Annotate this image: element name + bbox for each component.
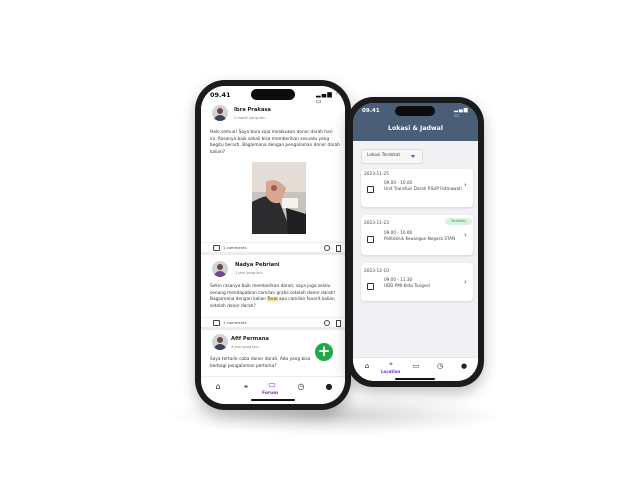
chevron-right-icon[interactable]: ›: [464, 278, 467, 286]
nav-label-location[interactable]: Location: [381, 369, 400, 374]
bookmark-icon[interactable]: [336, 320, 341, 327]
caret-down-icon: [411, 155, 415, 158]
schedule-time: 09.00 - 10.00: [384, 180, 413, 185]
post-time: 2 menit yang lalu: [234, 116, 266, 120]
bottom-navigation: ⌂ ⌖ ▭ Forum ◷ ●: [201, 376, 345, 404]
schedule-place: UDD PMI Kota Tangsel: [384, 283, 430, 288]
schedule-card[interactable]: 2023-12-10 09.00 - 11.30 UDD PMI Kota Ta…: [361, 263, 473, 301]
phone-schedule: 09.41 ▂▄▆ ◠ ▭ Lokasi & Jadwal Lokasi Ter…: [347, 97, 484, 387]
add-post-button[interactable]: +: [315, 343, 333, 361]
schedule-date: 2023-12-10: [364, 269, 389, 274]
profile-icon[interactable]: ●: [457, 362, 471, 370]
schedule-time: 09.00 - 11.30: [384, 277, 413, 282]
forum-icon[interactable]: ▭: [409, 362, 423, 370]
home-indicator: [251, 399, 295, 401]
avatar[interactable]: [212, 105, 228, 121]
comment-icon[interactable]: [213, 245, 220, 251]
profile-icon[interactable]: ●: [322, 382, 336, 391]
status-time: 09.41: [210, 91, 231, 99]
schedule-screen: 09.41 ▂▄▆ ◠ ▭ Lokasi & Jadwal Lokasi Ter…: [353, 103, 478, 381]
home-icon[interactable]: ⌂: [211, 382, 225, 391]
dynamic-island: [395, 106, 435, 116]
forum-post[interactable]: 09.41 ▂▄▆ ◠ ▭ Ibra Prakasa 2 menit yang …: [201, 86, 345, 252]
dynamic-island: [251, 89, 295, 100]
post-author[interactable]: Nadya Pebriani: [235, 262, 280, 268]
schedule-date: 2023-11-23: [364, 221, 389, 226]
comment-icon[interactable]: [213, 320, 220, 326]
schedule-place: Unit Transfusi Darah RSUP Fatmawati: [384, 186, 462, 191]
bookmark-icon[interactable]: [336, 245, 341, 252]
post-actions: 1 comments: [201, 242, 345, 252]
schedule-card[interactable]: 2023-11-25 09.00 - 10.00 Unit Transfusi …: [361, 169, 473, 207]
report-icon[interactable]: [324, 320, 330, 326]
status-icons: ▂▄▆ ◠ ▭: [316, 91, 342, 105]
comment-count[interactable]: 1 comments: [223, 245, 247, 250]
post-actions: 1 comments: [201, 317, 345, 327]
post-photo[interactable]: [252, 162, 306, 234]
home-icon[interactable]: ⌂: [360, 362, 374, 370]
chevron-right-icon[interactable]: ›: [464, 181, 467, 189]
post-text: Sekin rasanya baik memberikan darah, say…: [210, 284, 336, 309]
calendar-icon: [367, 186, 374, 193]
post-text: Saya tertarik coba donor darah. Ada yang…: [210, 357, 311, 369]
page-title: Lokasi & Jadwal: [388, 125, 443, 132]
chevron-right-icon[interactable]: ›: [464, 231, 467, 239]
status-icons: ▂▄▆ ◠ ▭: [454, 107, 477, 119]
calendar-icon: [367, 236, 374, 243]
avatar[interactable]: [212, 261, 228, 277]
post-author[interactable]: Ibra Prakasa: [234, 107, 271, 113]
post-author[interactable]: Afif Permana: [231, 336, 269, 342]
status-badge: Terdaftar: [445, 218, 472, 225]
status-time: 09.41: [362, 108, 380, 114]
calendar-icon: [367, 283, 374, 290]
post-text: Halo semua! Saya baru saja melakukan don…: [210, 130, 340, 155]
post-time: 1 jam yang lalu: [235, 271, 263, 275]
schedule-card[interactable]: 2023-11-23 Terdaftar 09.00 - 10.00 Polit…: [361, 215, 473, 255]
forum-post[interactable]: Nadya Pebriani 1 jam yang lalu Sekin ras…: [201, 255, 345, 327]
forum-screen: 09.41 ▂▄▆ ◠ ▭ Ibra Prakasa 2 menit yang …: [201, 86, 345, 404]
report-icon[interactable]: [324, 245, 330, 251]
header: 09.41 ▂▄▆ ◠ ▭ Lokasi & Jadwal: [353, 103, 478, 141]
location-filter-dropdown[interactable]: Lokasi Terdekat: [361, 149, 423, 164]
dropdown-value: Lokasi Terdekat: [367, 153, 401, 158]
schedule-date: 2023-11-25: [364, 172, 389, 177]
avatar[interactable]: [212, 334, 228, 350]
location-icon[interactable]: ⌖: [239, 382, 253, 392]
schedule-time: 09.00 - 10.00: [384, 230, 413, 235]
comment-count[interactable]: 1 comments: [223, 320, 247, 325]
history-icon[interactable]: ◷: [294, 382, 308, 391]
location-icon[interactable]: ⌖: [384, 360, 398, 369]
forum-icon[interactable]: ▭: [265, 380, 279, 389]
history-icon[interactable]: ◷: [433, 362, 447, 370]
schedule-place: Politeknik Keuangan Negara STAN: [384, 236, 456, 241]
highlighted-word: Teral: [267, 297, 278, 303]
nav-label-forum[interactable]: Forum: [262, 391, 278, 396]
bottom-navigation: ⌂ ⌖ Location ▭ ◷ ●: [353, 357, 478, 381]
home-indicator: [395, 378, 435, 380]
post-time: 3 jam yang lalu: [231, 345, 259, 349]
phone-forum: 09.41 ▂▄▆ ◠ ▭ Ibra Prakasa 2 menit yang …: [195, 80, 351, 410]
